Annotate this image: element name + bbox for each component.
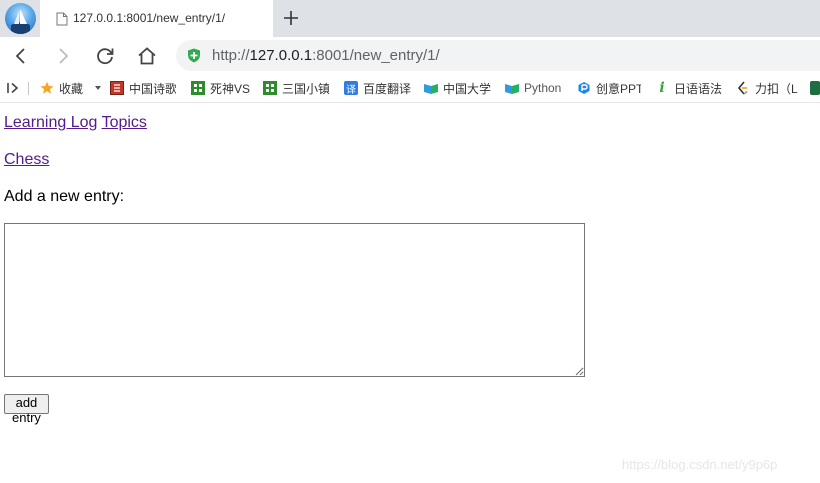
toolbar: http://127.0.0.1:8001/new_entry/1/ — [0, 37, 820, 74]
star-icon — [40, 81, 54, 95]
new-tab-button[interactable] — [280, 7, 302, 29]
tab-title: 127.0.0.1:8001/new_entry/1/ — [73, 11, 226, 25]
bookmark-overflow[interactable] — [810, 79, 820, 97]
bookmark-item[interactable]: 译 百度翻译 — [344, 79, 414, 97]
bookmark-item[interactable]: 中国大学 — [424, 79, 492, 97]
back-button[interactable] — [9, 44, 33, 68]
translate-icon: 译 — [344, 81, 358, 96]
url-text[interactable]: http://127.0.0.1:8001/new_entry/1/ — [212, 47, 440, 64]
tab-active[interactable]: 127.0.0.1:8001/new_entry/1/ — [40, 0, 273, 37]
add-entry-button[interactable]: add entry — [4, 394, 49, 425]
bookmarks-bar: 收藏 中国诗歌 死神VS 三国小镇 译 百度翻译 中国大学 Python 创意P… — [0, 74, 820, 103]
leetcode-icon — [736, 81, 750, 95]
bookmark-item[interactable]: 三国小镇 — [263, 79, 329, 97]
bookmark-item[interactable]: 创意PPT — [577, 79, 641, 97]
entry-textarea[interactable] — [4, 223, 585, 377]
bookmark-item[interactable]: Python — [505, 79, 565, 97]
page-icon — [56, 12, 68, 26]
bookmark-item[interactable]: i 日语语法 — [655, 79, 723, 97]
tab-strip: 127.0.0.1:8001/new_entry/1/ — [0, 0, 820, 37]
home-link[interactable]: Learning Log — [4, 114, 97, 131]
book-icon — [110, 81, 124, 95]
home-button[interactable] — [135, 44, 159, 68]
form-label: Add a new entry: — [4, 188, 125, 205]
reload-button[interactable] — [93, 44, 117, 68]
mooc-icon — [424, 81, 438, 95]
ppt-icon — [577, 81, 591, 95]
address-bar[interactable]: http://127.0.0.1:8001/new_entry/1/ — [176, 40, 820, 71]
topics-link[interactable]: Topics — [102, 114, 147, 131]
chevron-down-icon[interactable] — [95, 86, 101, 90]
watermark: https://blog.csdn.net/y9p6p — [622, 457, 778, 472]
topic-link[interactable]: Chess — [4, 151, 49, 168]
info-icon: i — [659, 80, 665, 96]
bookmark-item[interactable]: 死神VS — [191, 79, 250, 97]
forward-button[interactable] — [51, 44, 75, 68]
sidebar-toggle-icon[interactable] — [6, 81, 20, 95]
bookmark-separator — [28, 82, 29, 95]
game-icon — [191, 81, 205, 95]
excel-icon — [810, 81, 820, 95]
bookmark-item[interactable]: 收藏 — [40, 79, 83, 97]
shield-icon[interactable] — [187, 48, 201, 63]
browser-logo-icon[interactable] — [5, 3, 36, 34]
bookmark-item[interactable]: 中国诗歌 — [110, 79, 176, 97]
topic-heading: Chess — [4, 151, 49, 169]
site-nav: Learning Log Topics — [4, 114, 147, 132]
mooc-icon — [505, 81, 519, 95]
bookmark-item[interactable]: 力扣（L — [736, 79, 800, 97]
resize-grip-icon[interactable] — [574, 366, 584, 376]
game-icon — [263, 81, 277, 95]
